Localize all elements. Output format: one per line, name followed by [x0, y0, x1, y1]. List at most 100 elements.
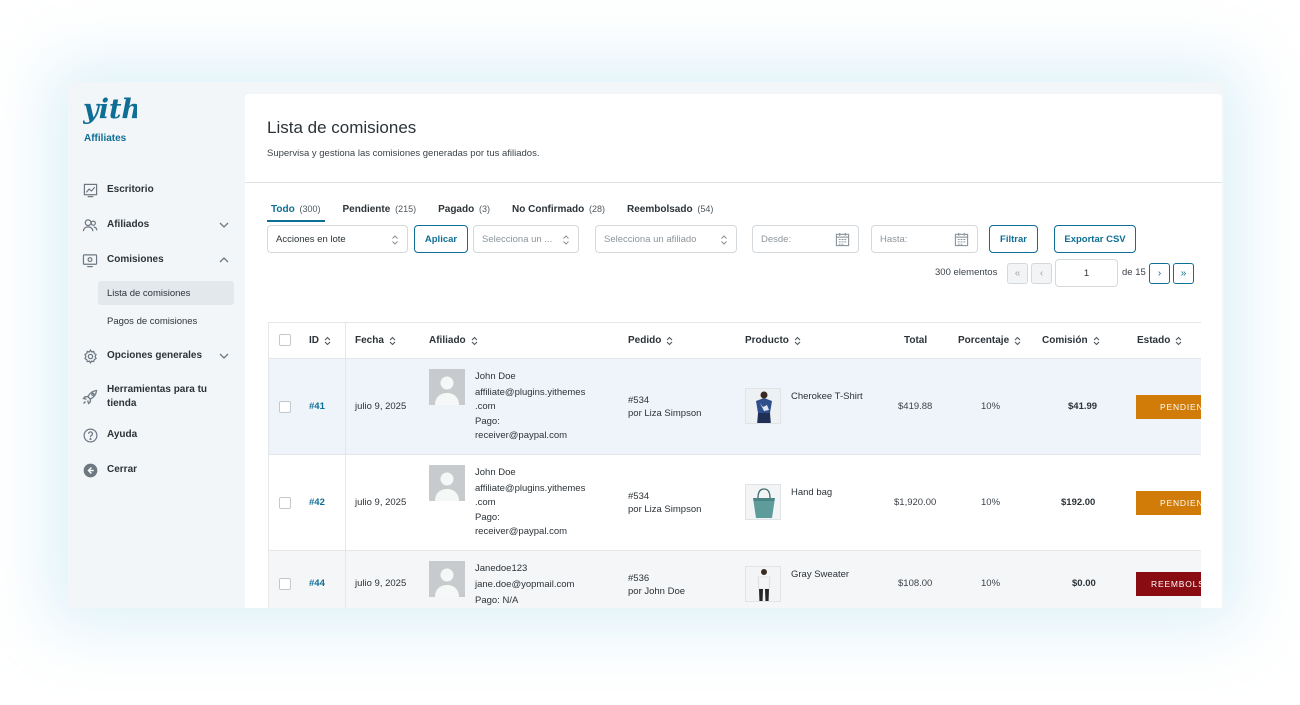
tab-pagado[interactable]: Pagado (3): [434, 204, 494, 222]
subitem-pagos-de-comisiones[interactable]: Pagos de comisiones: [98, 309, 234, 333]
product-thumbnail[interactable]: [745, 388, 781, 424]
sidebar-item-cerrar[interactable]: Cerrar: [82, 457, 230, 483]
table-row[interactable]: #44 julio 9, 2025 Janedoe123 jane.doe@yo…: [269, 551, 1201, 608]
product-link[interactable]: Hand bag: [791, 485, 832, 500]
status-select[interactable]: Selecciona un ...: [473, 225, 579, 253]
affiliate-name-link[interactable]: John Doe: [475, 465, 516, 480]
column-header-affiliate[interactable]: Afiliado: [429, 335, 478, 346]
subitem-lista-de-comisiones[interactable]: Lista de comisiones: [98, 281, 234, 305]
affiliate-email-link[interactable]: jane.doe@yopmail.com: [475, 577, 574, 592]
table-row[interactable]: #41 julio 9, 2025 John Doe affiliate@plu…: [269, 359, 1201, 455]
first-page-button[interactable]: «: [1007, 263, 1028, 284]
commission-id-link[interactable]: #42: [309, 497, 325, 508]
last-page-button[interactable]: »: [1173, 263, 1194, 284]
sidebar-item-comisiones[interactable]: Comisiones: [82, 247, 230, 273]
commission-amount: $192.00: [1061, 497, 1096, 508]
gear-icon: [82, 348, 98, 364]
calendar-icon[interactable]: [835, 232, 850, 247]
column-header-percentage[interactable]: Porcentaje: [958, 335, 1021, 346]
affiliate-name-link[interactable]: John Doe: [475, 369, 516, 384]
commission-id-link[interactable]: #44: [309, 578, 325, 589]
affiliate-email-link-cont[interactable]: .com: [475, 495, 496, 510]
affiliate-email-link[interactable]: affiliate@plugins.yithemes: [475, 385, 585, 400]
current-page-input[interactable]: 1: [1055, 259, 1118, 287]
header-label: Porcentaje: [958, 335, 1010, 346]
percentage-value: 10%: [981, 401, 1001, 412]
row-checkbox[interactable]: [279, 401, 291, 413]
column-header-order[interactable]: Pedido: [628, 335, 673, 346]
row-checkbox[interactable]: [279, 497, 291, 509]
bulk-actions-select[interactable]: Acciones en lote: [267, 225, 408, 253]
tab-label: Todo: [271, 204, 295, 215]
input-placeholder: Desde:: [761, 233, 792, 245]
tab-no-confirmado[interactable]: No Confirmado (28): [508, 204, 609, 222]
sidebar-item-label: Afiliados: [107, 219, 150, 230]
sidebar-item-escritorio[interactable]: Escritorio: [82, 177, 230, 203]
product-link[interactable]: Cherokee T-Shirt: [791, 389, 863, 404]
table-row[interactable]: #42 julio 9, 2025 John Doe affiliate@plu…: [269, 455, 1201, 551]
prev-page-button[interactable]: ‹: [1031, 263, 1052, 284]
commission-date: julio 9, 2025: [355, 401, 407, 412]
column-header-date[interactable]: Fecha: [355, 335, 396, 346]
sidebar-item-herramientas[interactable]: Herramientas para tu tienda: [82, 381, 230, 413]
next-page-button[interactable]: ›: [1149, 263, 1170, 284]
affiliate-select[interactable]: Selecciona un afiliado: [595, 225, 737, 253]
sort-icon: [471, 336, 478, 345]
tab-label: No Confirmado: [512, 204, 585, 215]
total-amount: $108.00: [898, 578, 933, 589]
users-icon: [82, 217, 98, 233]
export-csv-button[interactable]: Exportar CSV: [1054, 225, 1136, 253]
sidebar-item-afiliados[interactable]: Afiliados: [82, 212, 230, 238]
product-thumbnail[interactable]: [745, 566, 781, 602]
column-header-product[interactable]: Producto: [745, 335, 801, 346]
status-badge: PENDIENTE: [1136, 395, 1201, 419]
tab-count: (3): [479, 204, 490, 214]
select-value: Selecciona un afiliado: [604, 233, 697, 245]
filter-button[interactable]: Filtrar: [989, 225, 1038, 253]
svg-text:yith: yith: [83, 94, 137, 125]
order-link[interactable]: #536: [628, 571, 649, 586]
affiliate-name-link[interactable]: Janedoe123: [475, 561, 527, 576]
select-value: Acciones en lote: [276, 233, 346, 245]
date-to-input[interactable]: Hasta:: [871, 225, 978, 253]
page-description: Supervisa y gestiona las comisiones gene…: [267, 148, 540, 159]
affiliate-email-link-cont[interactable]: .com: [475, 399, 496, 414]
updown-chevron-icon: [721, 235, 727, 245]
status-tabs: Todo (300) Pendiente (215) Pagado (3) No…: [267, 204, 731, 222]
input-placeholder: Hasta:: [880, 233, 908, 245]
select-all-checkbox[interactable]: [279, 334, 291, 346]
sidebar-item-label: Escritorio: [107, 184, 154, 195]
commission-date: julio 9, 2025: [355, 497, 407, 508]
tab-pendiente[interactable]: Pendiente (215): [339, 204, 421, 222]
product-link[interactable]: Gray Sweater: [791, 567, 849, 582]
tab-todo[interactable]: Todo (300): [267, 204, 325, 222]
avatar: [429, 369, 465, 405]
sidebar-item-opciones-generales[interactable]: Opciones generales: [82, 343, 230, 369]
product-thumbnail[interactable]: [745, 484, 781, 520]
date-from-input[interactable]: Desde:: [752, 225, 859, 253]
header-label: ID: [309, 335, 319, 346]
commission-id-link[interactable]: #41: [309, 401, 325, 412]
sidebar-item-label: Opciones generales: [107, 350, 203, 361]
column-header-id[interactable]: ID: [309, 335, 331, 346]
sidebar-item-ayuda[interactable]: Ayuda: [82, 422, 230, 448]
calendar-icon[interactable]: [954, 232, 969, 247]
apply-button[interactable]: Aplicar: [414, 225, 468, 253]
select-value: Selecciona un ...: [482, 233, 553, 245]
column-header-commission[interactable]: Comisión: [1042, 335, 1100, 346]
column-header-status[interactable]: Estado: [1137, 335, 1182, 346]
commissions-table: ID Fecha Afiliado Pedido Producto Total …: [268, 322, 1201, 608]
row-checkbox[interactable]: [279, 578, 291, 590]
order-link[interactable]: #534: [628, 489, 649, 504]
order-customer: por Liza Simpson: [628, 504, 702, 515]
order-link[interactable]: #534: [628, 393, 649, 408]
avatar: [429, 561, 465, 597]
chevron-down-icon: [219, 353, 229, 359]
tab-reembolsado[interactable]: Reembolsado (54): [623, 204, 717, 222]
sort-icon: [666, 336, 673, 345]
order-customer: por John Doe: [628, 586, 686, 597]
column-header-total: Total: [904, 335, 928, 346]
order-customer: por Liza Simpson: [628, 408, 702, 419]
affiliate-email-link[interactable]: affiliate@plugins.yithemes: [475, 481, 585, 496]
total-amount: $1,920.00: [894, 497, 937, 508]
